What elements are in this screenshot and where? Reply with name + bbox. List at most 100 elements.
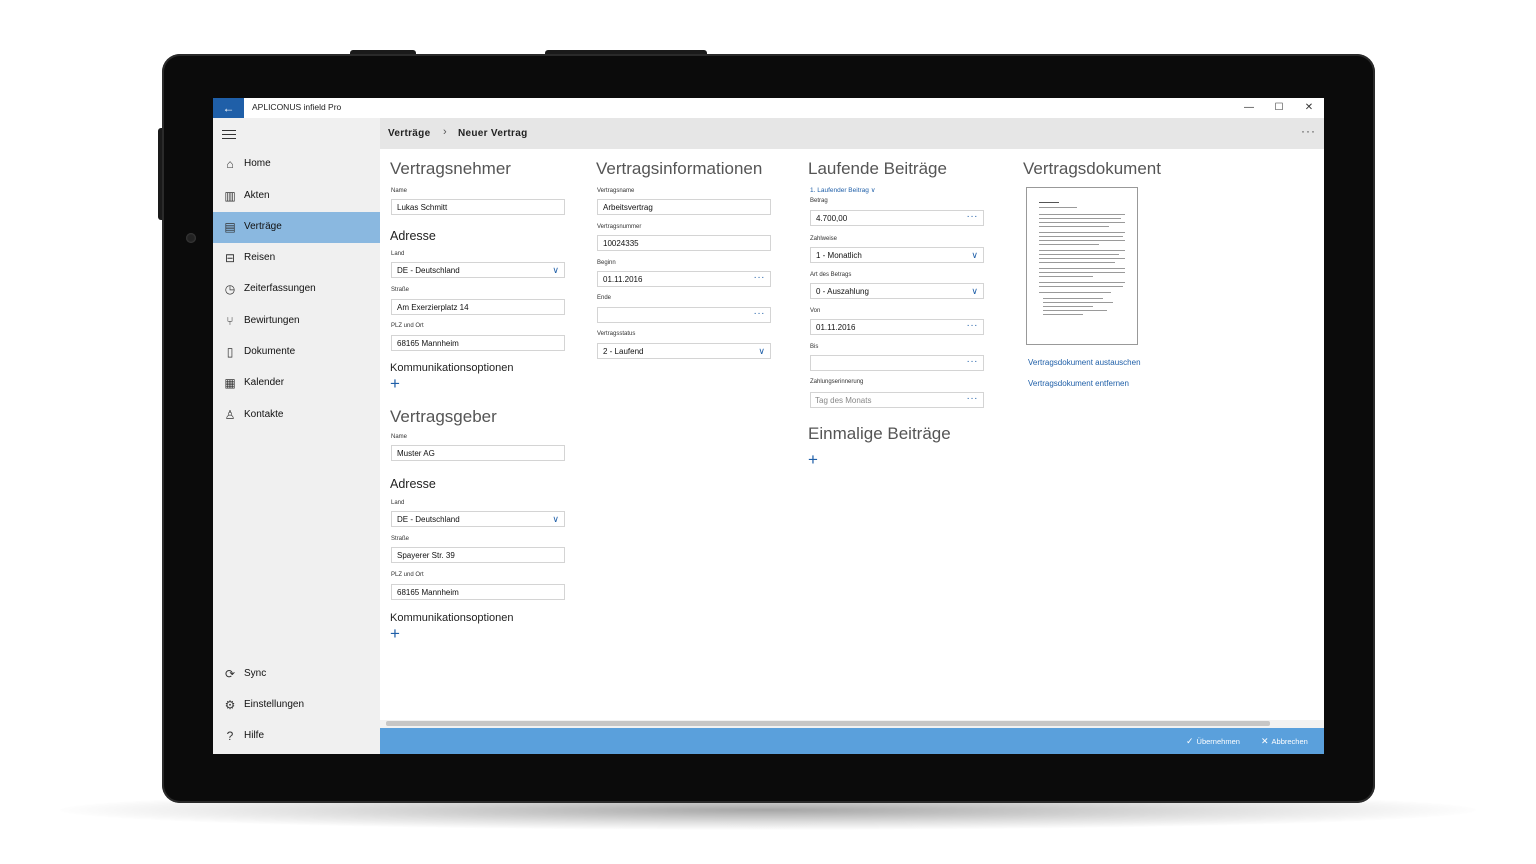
sidebar-item-label: Kontakte (244, 409, 284, 420)
art-des-betrags-select[interactable]: 0 - Auszahlung ∨ (810, 283, 984, 299)
vertragsnehmer-plz-input[interactable]: 68165 Mannheim (391, 335, 565, 351)
zahlungserinnerung-input[interactable]: Tag des Monats ··· (810, 392, 984, 408)
sidebar-item-reisen[interactable]: ⊟ Reisen (213, 243, 380, 274)
back-button[interactable]: ← (213, 98, 244, 118)
sidebar-item-einstellungen[interactable]: ⚙ Einstellungen (213, 690, 380, 721)
komm-title: Kommunikationsoptionen (390, 362, 514, 374)
beitrag-selector[interactable]: 1. Laufender Beitrag ∨ (810, 186, 875, 194)
more-options-icon[interactable]: ··· (1301, 124, 1316, 138)
zahlweise-select[interactable]: 1 - Monatlich ∨ (810, 247, 984, 263)
command-bar: Verträge › Neuer Vertrag ··· (380, 118, 1324, 149)
add-komm-button[interactable]: + (390, 374, 400, 393)
scrollbar-thumb[interactable] (386, 721, 1270, 726)
sidebar-item-bewirtungen[interactable]: ⑂ Bewirtungen (213, 306, 380, 337)
address-title: Adresse (390, 477, 436, 491)
field-label: Straße (391, 287, 410, 293)
breadcrumb-parent[interactable]: Verträge (388, 128, 430, 139)
sidebar-item-akten[interactable]: ▥ Akten (213, 181, 380, 212)
more-dots-icon[interactable]: ··· (754, 308, 766, 319)
chevron-down-icon: ∨ (971, 286, 978, 296)
close-icon: ✕ (1261, 736, 1269, 746)
vertragsgeber-name-input[interactable]: Muster AG (391, 445, 565, 461)
vertragsgeber-strasse-input[interactable]: Spayerer Str. 39 (391, 547, 565, 563)
suitcase-icon: ⊟ (224, 251, 236, 265)
camera (186, 233, 196, 243)
field-value: 68165 Mannheim (397, 588, 459, 597)
sidebar-item-kontakte[interactable]: ♙ Kontakte (213, 400, 380, 431)
komm-title: Kommunikationsoptionen (390, 612, 514, 624)
field-label: PLZ und Ort (391, 572, 424, 578)
field-value: Lukas Schmitt (397, 203, 448, 212)
field-label: Zahlungserinnerung (810, 379, 864, 385)
chevron-down-icon: ∨ (971, 250, 978, 260)
more-dots-icon[interactable]: ··· (967, 356, 979, 367)
plus-icon: + (390, 374, 400, 393)
sidebar-item-sync[interactable]: ⟳ Sync (213, 659, 380, 690)
more-dots-icon[interactable]: ··· (967, 393, 979, 404)
close-icon: ✕ (1304, 102, 1314, 113)
field-value: 1 - Monatlich (816, 251, 862, 260)
von-date-input[interactable]: 01.11.2016 ··· (810, 319, 984, 335)
sidebar-item-home[interactable]: ⌂ Home (213, 149, 380, 180)
more-dots-icon[interactable]: ··· (754, 272, 766, 283)
field-label: Bis (810, 344, 819, 350)
field-value: 01.11.2016 (603, 275, 643, 284)
vertragsgeber-plz-input[interactable]: 68165 Mannheim (391, 584, 565, 600)
maximize-button[interactable]: ☐ (1269, 100, 1289, 116)
vertragsname-input[interactable]: Arbeitsvertrag (597, 199, 771, 215)
chevron-down-icon: ∨ (758, 346, 765, 356)
chevron-right-icon: › (443, 126, 447, 138)
more-dots-icon[interactable]: ··· (967, 211, 979, 222)
cancel-button[interactable]: ✕ Abbrechen (1261, 736, 1308, 747)
sidebar-item-zeiterfassungen[interactable]: ◷ Zeiterfassungen (213, 274, 380, 305)
vertragsstatus-select[interactable]: 2 - Laufend ∨ (597, 343, 771, 359)
ende-date-input[interactable]: ··· (597, 307, 771, 323)
vertragsnummer-input[interactable]: 10024335 (597, 235, 771, 251)
sidebar-item-vertraege[interactable]: ▤ Verträge (213, 212, 380, 243)
sidebar-item-kalender[interactable]: ▦ Kalender (213, 368, 380, 399)
field-label: Von (810, 308, 821, 314)
field-value: DE - Deutschland (397, 266, 460, 275)
clock-icon: ◷ (224, 282, 236, 296)
contract-icon: ▤ (224, 220, 236, 234)
add-einmaliger-beitrag-button[interactable]: + (808, 451, 818, 468)
more-dots-icon[interactable]: ··· (967, 320, 979, 331)
hamburger-menu-icon[interactable] (222, 127, 236, 142)
beginn-date-input[interactable]: 01.11.2016 ··· (597, 271, 771, 287)
sidebar-item-label: Sync (244, 668, 267, 679)
vertragsnehmer-name-input[interactable]: Lukas Schmitt (391, 199, 565, 215)
field-label: Beginn (597, 260, 616, 266)
vertragsgeber-land-select[interactable]: DE - Deutschland ∨ (391, 511, 565, 527)
minimize-button[interactable]: — (1239, 100, 1259, 116)
main-content: Verträge › Neuer Vertrag ··· Vertragsneh… (380, 118, 1324, 754)
sidebar-item-hilfe[interactable]: ? Hilfe (213, 721, 380, 752)
replace-document-link[interactable]: Vertragsdokument austauschen (1028, 358, 1141, 367)
field-value: Spayerer Str. 39 (397, 551, 455, 560)
field-value: 0 - Auszahlung (816, 287, 869, 296)
sidebar-item-label: Verträge (244, 221, 282, 232)
apply-button[interactable]: ✓ Übernehmen (1186, 736, 1240, 747)
sidebar-item-label: Akten (244, 190, 270, 201)
field-label: Vertragsnummer (597, 224, 642, 230)
field-label: Name (391, 434, 408, 440)
field-value: 4.700,00 (816, 214, 848, 223)
apply-label: Übernehmen (1196, 737, 1240, 746)
section-title-laufende: Laufende Beiträge (808, 159, 947, 178)
sidebar-item-dokumente[interactable]: ▯ Dokumente (213, 337, 380, 368)
vertragsnehmer-strasse-input[interactable]: Am Exerzierplatz 14 (391, 299, 565, 315)
remove-document-link[interactable]: Vertragsdokument entfernen (1028, 379, 1129, 388)
sidebar-item-label: Kalender (244, 377, 285, 388)
field-label: PLZ und Ort (391, 323, 424, 329)
close-button[interactable]: ✕ (1299, 100, 1319, 116)
plus-icon: + (390, 624, 400, 643)
document-thumbnail[interactable] (1026, 187, 1138, 345)
sidebar-item-label: Home (244, 158, 271, 169)
betrag-input[interactable]: 4.700,00 ··· (810, 210, 984, 226)
field-value: Muster AG (397, 449, 435, 458)
field-placeholder: Tag des Monats (815, 396, 872, 405)
vertragsnehmer-land-select[interactable]: DE - Deutschland ∨ (391, 262, 565, 278)
chevron-down-icon: ∨ (552, 265, 559, 275)
add-komm-button[interactable]: + (390, 624, 400, 643)
bis-date-input[interactable]: ··· (810, 355, 984, 371)
section-title-einmalige: Einmalige Beiträge (808, 424, 951, 443)
